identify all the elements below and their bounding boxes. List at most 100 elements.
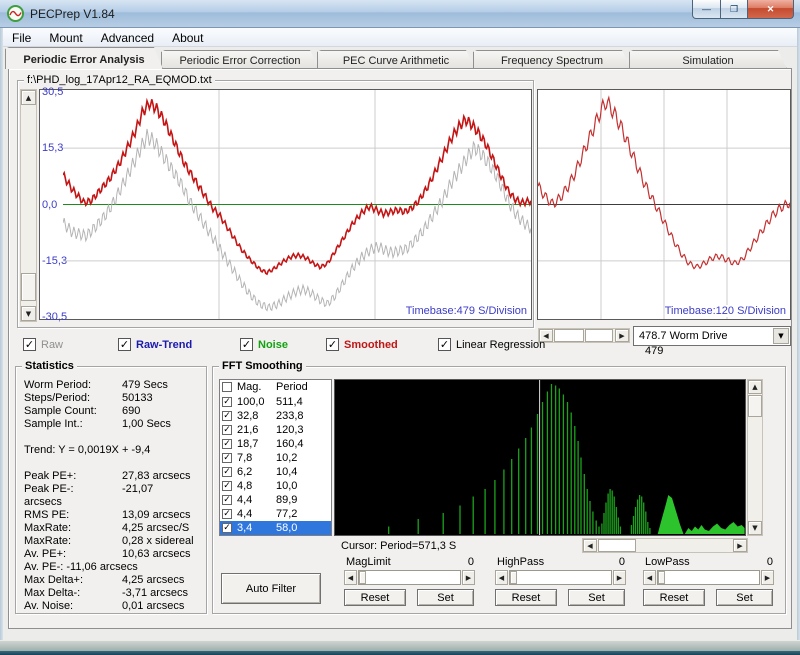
maglimit-set-button[interactable]: Set [417, 589, 474, 606]
row-checkbox[interactable]: ✓ [222, 453, 232, 463]
tab-periodic-error-analysis[interactable]: Periodic Error Analysis [5, 47, 163, 69]
stat-value: 50133 [122, 392, 153, 404]
tab-page-periodic-error-analysis: f:\PHD_log_17Apr12_RA_EQMOD.txt ▲ ▼ 30,5… [8, 68, 792, 629]
row-checkbox[interactable]: ✓ [222, 439, 232, 449]
row-checkbox[interactable]: ✓ [222, 495, 232, 505]
maximize-button[interactable]: ❐ [721, 0, 748, 19]
lowpass-reset-button[interactable]: Reset [643, 589, 705, 606]
fft-table-row[interactable]: ✓ 4,4 89,9 [220, 493, 331, 507]
scroll-right-button[interactable]: ▶ [615, 329, 629, 342]
scroll-thumb[interactable] [21, 273, 36, 301]
fft-table-row[interactable]: ✓ 6,2 10,4 [220, 465, 331, 479]
mag-column-header[interactable]: Mag. [237, 381, 261, 393]
menu-item-mount[interactable]: Mount [40, 28, 91, 46]
slider-track[interactable] [657, 570, 760, 585]
checkbox-smoothed[interactable]: ✓ Smoothed [326, 338, 398, 351]
maglimit-reset-button[interactable]: Reset [344, 589, 406, 606]
scroll-right-button[interactable]: ▶ [733, 539, 747, 552]
close-button[interactable]: ✕ [748, 0, 794, 19]
checkbox-linear-regression[interactable]: ✓ Linear Regression [438, 338, 545, 351]
slider-track[interactable] [358, 570, 461, 585]
scroll-right-button[interactable]: ▶ [462, 570, 475, 585]
scroll-up-button[interactable]: ▲ [748, 380, 762, 394]
menu-item-about[interactable]: About [163, 28, 212, 46]
check-icon: ✓ [326, 338, 339, 351]
scroll-right-button[interactable]: ▶ [613, 570, 626, 585]
period-value: 89,9 [276, 494, 298, 506]
worm-period-hscrollbar[interactable]: ◀ ▶ [538, 328, 630, 343]
tab-simulation[interactable]: Simulation [629, 50, 787, 69]
checkbox-label: Smoothed [344, 338, 398, 351]
scroll-up-button[interactable]: ▲ [21, 90, 36, 105]
client-area: Periodic Error Analysis Periodic Error Co… [3, 47, 797, 640]
checkbox-raw[interactable]: ✓ Raw [23, 338, 63, 351]
scroll-thumb[interactable] [585, 329, 613, 342]
highpass-slider[interactable]: ◀ ▶ [495, 570, 627, 586]
lowpass-slider[interactable]: ◀ ▶ [643, 570, 775, 586]
stat-label: Worm Period: [24, 379, 92, 391]
fft-hscrollbar[interactable]: ◀ ▶ [582, 538, 748, 553]
maglimit-slider[interactable]: ◀ ▶ [344, 570, 476, 586]
tab-periodic-error-correction[interactable]: Periodic Error Correction [161, 50, 319, 69]
stat-row: Worm Period: 479 Secs [24, 379, 202, 392]
scroll-thumb[interactable] [598, 539, 636, 552]
fft-smoothing-title: FFT Smoothing [219, 360, 306, 372]
fft-spectrum-chart[interactable] [334, 379, 746, 536]
scroll-thumb[interactable] [748, 395, 762, 417]
fft-table-row[interactable]: ✓ 4,4 77,2 [220, 507, 331, 521]
fft-table-row[interactable]: ✓ 32,8 233,8 [220, 409, 331, 423]
check-icon: ✓ [240, 338, 253, 351]
chevron-down-icon[interactable]: ▼ [773, 328, 789, 344]
mag-value: 4,4 [237, 508, 253, 520]
checkbox-label: Noise [258, 338, 288, 351]
fft-table-row[interactable]: ✓ 4,8 10,0 [220, 479, 331, 493]
tab-frequency-spectrum[interactable]: Frequency Spectrum [473, 50, 631, 69]
menu-item-advanced[interactable]: Advanced [92, 28, 163, 46]
slider-track[interactable] [509, 570, 612, 585]
fft-component-table[interactable]: Mag. Period ✓ 100,0 511,4 ✓ 32,8 233,8 ✓ 21,6 120,… [219, 379, 332, 536]
scroll-right-button[interactable]: ▶ [761, 570, 774, 585]
period-value: 58,0 [276, 522, 298, 534]
lowpass-set-button[interactable]: Set [716, 589, 773, 606]
scroll-thumb[interactable] [554, 329, 584, 342]
worm-drive-select[interactable]: 478.7 Worm Drive ▼ [633, 326, 791, 346]
checkbox-raw-trend[interactable]: ✓ Raw-Trend [118, 338, 192, 351]
row-checkbox[interactable]: ✓ [222, 481, 232, 491]
fft-table-row[interactable]: ✓ 18,7 160,4 [220, 437, 331, 451]
row-checkbox[interactable]: ✓ [222, 397, 232, 407]
scroll-down-button[interactable]: ▼ [21, 306, 36, 321]
scroll-left-button[interactable]: ◀ [344, 570, 357, 585]
period-column-header[interactable]: Period [276, 381, 308, 393]
highpass-set-button[interactable]: Set [568, 589, 625, 606]
worm-period-chart: Timebase:120 S/Division [537, 89, 791, 320]
main-chart-vscrollbar[interactable]: ▲ ▼ [20, 89, 37, 322]
row-checkbox[interactable]: ✓ [222, 425, 232, 435]
fft-table-row[interactable]: ✓ 7,8 10,2 [220, 451, 331, 465]
row-checkbox[interactable]: ✓ [222, 523, 232, 533]
checkbox-noise[interactable]: ✓ Noise [240, 338, 288, 351]
row-checkbox[interactable]: ✓ [222, 467, 232, 477]
row-checkbox[interactable]: ✓ [222, 509, 232, 519]
checkbox-label: Raw [41, 338, 64, 351]
scroll-down-button[interactable]: ▼ [748, 521, 762, 535]
slider-thumb[interactable] [510, 571, 517, 584]
menu-item-file[interactable]: File [3, 28, 40, 46]
window-border-bottom [0, 640, 800, 655]
fft-vscrollbar[interactable]: ▲ ▼ [747, 379, 763, 536]
scroll-left-button[interactable]: ◀ [643, 570, 656, 585]
auto-filter-button[interactable]: Auto Filter [221, 573, 321, 604]
select-all-checkbox[interactable] [222, 382, 232, 392]
minimize-button[interactable]: — [692, 0, 721, 19]
slider-thumb[interactable] [658, 571, 665, 584]
stat-value: -21,07 [122, 483, 154, 495]
window-title: PECPrep V1.84 [30, 7, 115, 21]
slider-thumb[interactable] [359, 571, 366, 584]
scroll-left-button[interactable]: ◀ [495, 570, 508, 585]
tab-pec-curve-arithmetic[interactable]: PEC Curve Arithmetic [317, 50, 475, 69]
scroll-left-button[interactable]: ◀ [583, 539, 597, 552]
fft-table-row[interactable]: ✓ 21,6 120,3 [220, 423, 331, 437]
row-checkbox[interactable]: ✓ [222, 411, 232, 421]
fft-table-row[interactable]: ✓ 3,4 58,0 [220, 521, 331, 535]
fft-table-row[interactable]: ✓ 100,0 511,4 [220, 395, 331, 409]
highpass-reset-button[interactable]: Reset [495, 589, 557, 606]
